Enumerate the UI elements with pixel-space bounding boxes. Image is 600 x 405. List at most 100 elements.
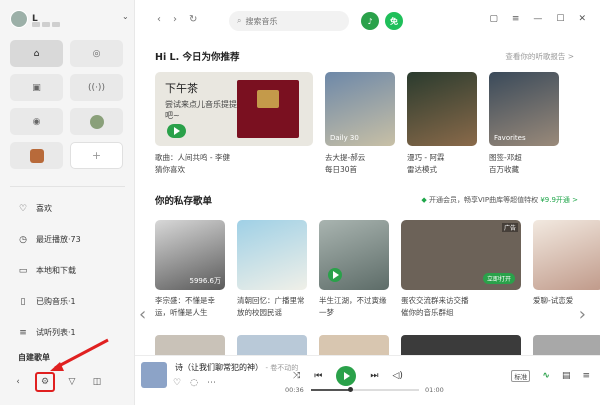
caption[interactable]: 去大提-郝云 每日30首 xyxy=(325,152,395,176)
playlist-card[interactable] xyxy=(155,335,225,355)
user-avatar[interactable] xyxy=(10,10,28,28)
forward-icon[interactable]: › xyxy=(173,14,177,25)
home-icon[interactable]: ⌂ xyxy=(10,40,63,67)
heart-icon[interactable]: ♡ xyxy=(173,378,181,388)
game-icon[interactable]: ◫ xyxy=(89,374,105,390)
progress-bar[interactable] xyxy=(311,387,419,392)
card-tag: Favorites xyxy=(494,134,526,142)
sidebar-item-recent[interactable]: ◷ 最近播放·73 xyxy=(0,224,135,255)
volume-icon[interactable]: ◁) xyxy=(392,371,402,381)
purchased-icon: ▯ xyxy=(20,296,26,307)
afternoon-tea-card[interactable]: 下午茶 尝试来点儿音乐提提神吧~ xyxy=(155,72,313,146)
sidebar-item-local[interactable]: ▭ 本地和下载 xyxy=(0,255,135,286)
user-profile[interactable]: L ⌄ xyxy=(10,10,129,28)
caption-line: 图签-邓超 xyxy=(489,153,522,162)
playlist-card[interactable] xyxy=(319,220,389,290)
mini-mode-icon[interactable]: ▢ xyxy=(489,14,498,24)
caption-line: 李宗盛：不懂是幸 xyxy=(155,296,215,305)
play-button[interactable] xyxy=(336,366,357,386)
caption[interactable]: 图签-邓超 百万收藏 xyxy=(489,152,559,176)
music-video-icon[interactable]: ▣ xyxy=(10,74,63,101)
caption[interactable]: 漫巧 - 阿霖 雷达模式 xyxy=(407,152,477,176)
add-shortcut-button[interactable]: + xyxy=(70,142,123,169)
music-logo-icon[interactable]: ♪ xyxy=(361,12,379,30)
divider xyxy=(10,186,125,187)
now-playing-title[interactable]: 诗（让我们聊常犯的神） - 卷不动的 xyxy=(175,362,298,373)
settings-icon[interactable]: ⚙ xyxy=(35,372,55,392)
minimize-icon[interactable]: — xyxy=(533,14,542,24)
playlist-card[interactable] xyxy=(237,335,307,355)
now-playing-cover[interactable] xyxy=(141,362,167,388)
time-current: 00:36 xyxy=(285,386,304,394)
player-right-controls: 标准 ∿ ▤ ≡ xyxy=(511,370,590,382)
play-icon[interactable] xyxy=(328,268,342,282)
caption[interactable]: 歌曲：人间共鸣 - 李健 猜你喜欢 xyxy=(155,152,313,176)
caption[interactable]: 蛋农交流群来访交播 催你的音乐群组 xyxy=(401,295,521,319)
vip-promo[interactable]: ◆ 开通会员，畅享VIP曲库等超值特权 ¥9.9开通 > xyxy=(421,195,578,205)
more-icon[interactable]: ⋯ xyxy=(207,378,216,388)
shuffle-icon[interactable]: ⤨ xyxy=(293,371,300,381)
playlist-shortcut[interactable] xyxy=(10,142,63,169)
back-icon[interactable]: ‹ xyxy=(157,14,161,25)
playlist-icon[interactable]: ≡ xyxy=(582,371,590,381)
playlist-card[interactable] xyxy=(237,220,307,290)
vip-free-badge[interactable]: 免 xyxy=(385,12,403,30)
time-total: 01:00 xyxy=(425,386,444,394)
listening-report-link[interactable]: 查看你的听歌报告 > xyxy=(505,51,574,62)
sidebar-item-purchased[interactable]: ▯ 已购音乐·1 xyxy=(0,286,135,317)
caption[interactable]: 清朝回忆：广播里常 放的校园民谣 xyxy=(237,295,307,319)
collapse-icon[interactable]: ‹ xyxy=(10,374,26,390)
playlist-card[interactable] xyxy=(319,335,389,355)
caption-line: 半生江湖，不过寅缘 xyxy=(319,296,387,305)
playlist-card[interactable] xyxy=(401,335,521,355)
section-created-playlists: 自建歌单 xyxy=(18,353,50,362)
radio-icon[interactable]: ((·)) xyxy=(70,74,123,101)
ad-card[interactable]: 广告 立即打开 xyxy=(401,220,521,290)
progress-fill xyxy=(311,389,350,391)
playlist-shortcut[interactable] xyxy=(70,108,123,135)
quick-access-grid: ⌂ ◎ ▣ ((·)) ◉ + xyxy=(10,40,123,169)
disc-icon[interactable]: ◉ xyxy=(10,108,63,135)
sidebar-item-trial[interactable]: ≡ 试听列表·1 xyxy=(0,317,135,348)
skin-icon[interactable]: ▽ xyxy=(64,374,80,390)
comment-icon[interactable]: ◌ xyxy=(190,378,198,388)
caption[interactable]: 爱聊-试恋爱 xyxy=(533,295,600,319)
playlist-card[interactable] xyxy=(533,220,600,290)
sound-effect-icon[interactable]: ∿ xyxy=(542,371,550,381)
caption-line: 催你的音乐群组 xyxy=(401,308,454,317)
scroll-right-icon[interactable]: › xyxy=(579,304,586,325)
recommend-row: 下午茶 尝试来点儿音乐提提神吧~ Daily 30 Favorites xyxy=(155,72,559,146)
caption-line: 一梦 xyxy=(319,308,334,317)
playlist-card[interactable] xyxy=(533,335,600,355)
play-icon[interactable] xyxy=(167,124,186,138)
sidebar-item-liked[interactable]: ♡ 喜欢 xyxy=(0,193,135,224)
scroll-left-icon[interactable]: ‹ xyxy=(139,304,146,325)
quality-button[interactable]: 标准 xyxy=(511,370,531,382)
progress-knob[interactable] xyxy=(347,387,353,392)
chevron-down-icon[interactable]: ⌄ xyxy=(122,12,129,21)
refresh-icon[interactable]: ↻ xyxy=(189,14,197,25)
radar-card[interactable] xyxy=(407,72,477,146)
compass-icon[interactable]: ◎ xyxy=(70,40,123,67)
open-now-button[interactable]: 立即打开 xyxy=(482,273,515,284)
lyrics-icon[interactable]: ▤ xyxy=(562,371,571,381)
next-icon[interactable]: ⏭ xyxy=(370,371,378,381)
caption[interactable]: 李宗盛：不懂是幸 运，听懂是人生 xyxy=(155,295,225,319)
song-actions: ♡ ◌ ⋯ xyxy=(173,378,216,388)
favorites-card[interactable]: Favorites xyxy=(489,72,559,146)
maximize-icon[interactable]: ☐ xyxy=(556,14,564,24)
search-input[interactable] xyxy=(245,16,336,26)
history-icon: ◷ xyxy=(19,234,27,245)
search-box[interactable]: ⌕ xyxy=(229,11,349,31)
close-icon[interactable]: ✕ xyxy=(578,14,586,24)
caption-line: 歌曲：人间共鸣 - 李健 xyxy=(155,153,230,162)
page-title: Hi L. 今日为你推荐 xyxy=(155,52,240,63)
heart-icon: ♡ xyxy=(18,203,28,214)
caption-line: 雷达模式 xyxy=(407,165,437,174)
caption[interactable]: 半生江湖，不过寅缘 一梦 xyxy=(319,295,389,319)
playlist-card[interactable]: 5996.6万 xyxy=(155,220,225,290)
daily30-card[interactable]: Daily 30 xyxy=(325,72,395,146)
previous-icon[interactable]: ⏮ xyxy=(314,371,322,381)
user-badges xyxy=(32,22,60,27)
menu-icon[interactable]: ≡ xyxy=(512,14,520,24)
